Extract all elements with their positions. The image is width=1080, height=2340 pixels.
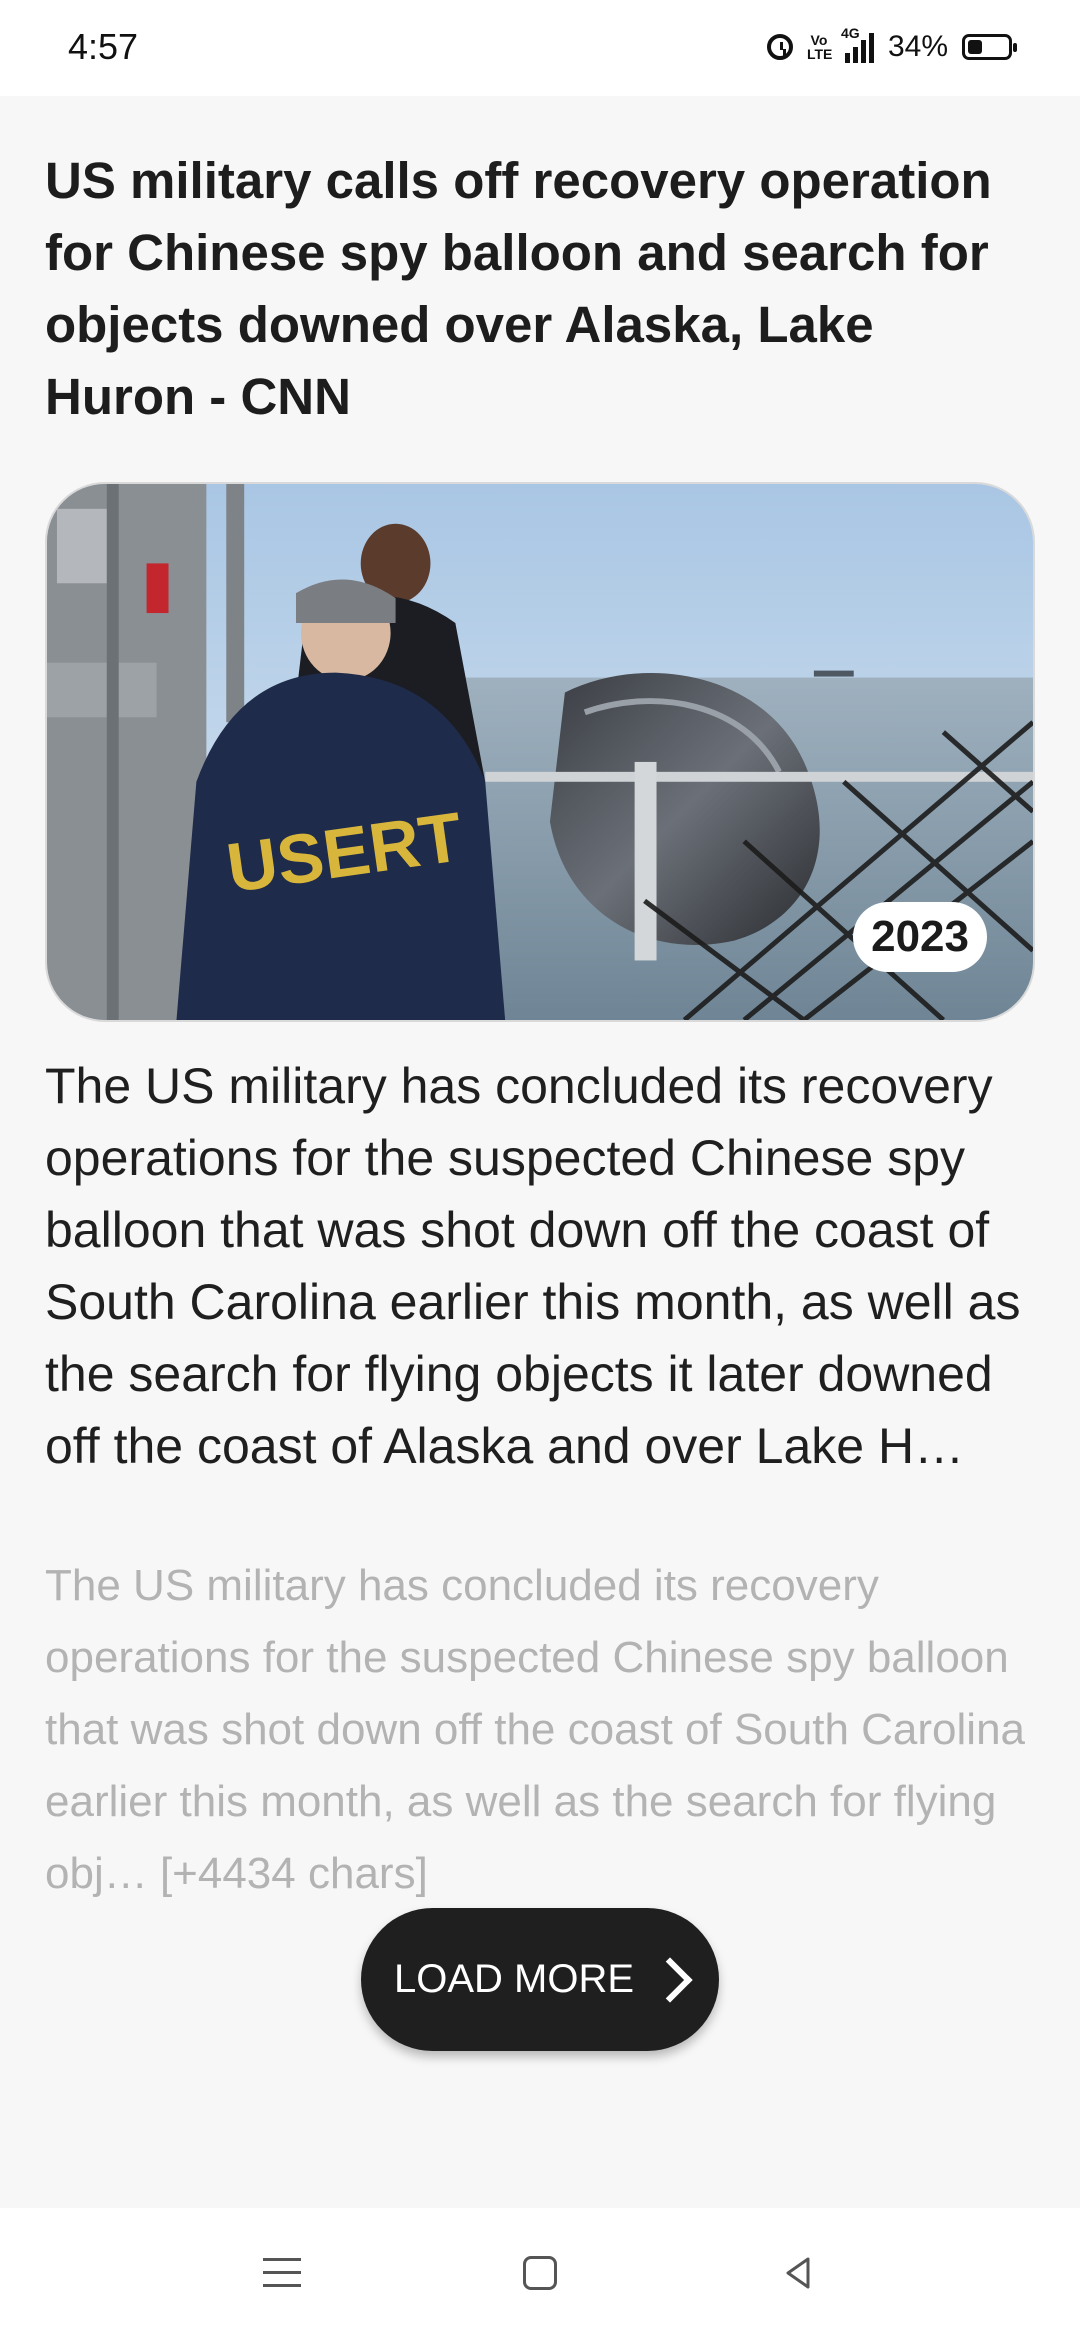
back-icon xyxy=(786,2257,810,2289)
alarm-icon xyxy=(766,34,793,60)
home-button[interactable] xyxy=(500,2238,580,2308)
chevron-right-icon xyxy=(647,1956,693,2003)
menu-icon xyxy=(263,2258,301,2288)
back-button[interactable] xyxy=(758,2238,838,2308)
article-summary: The US military has concluded its recove… xyxy=(45,1058,1021,1474)
article-title[interactable]: US military calls off recovery operation… xyxy=(45,145,1035,433)
network-type: 4G xyxy=(840,25,860,41)
battery-icon xyxy=(962,34,1017,60)
signal-icon: 4G xyxy=(841,25,874,63)
load-more-button[interactable]: LOAD MORE xyxy=(361,1908,719,2051)
year-badge: 2023 xyxy=(853,902,987,972)
article-image[interactable]: USERT 2023 xyxy=(45,482,1035,1022)
battery-percent: 34% xyxy=(887,30,948,63)
status-time: 4:57 xyxy=(68,26,139,67)
home-icon xyxy=(523,2256,557,2290)
recent-apps-button[interactable] xyxy=(242,2238,322,2308)
article-content-preview: The US military has concluded its recove… xyxy=(45,1561,1026,1898)
system-nav-bar xyxy=(0,2208,1080,2340)
status-bar: 4:57 Vo LTE 4G 34% xyxy=(0,0,1080,96)
volte-icon: Vo LTE xyxy=(806,32,833,62)
status-icons: Vo LTE 4G 34% xyxy=(766,24,1017,70)
load-more-label: LOAD MORE xyxy=(393,1957,635,2001)
